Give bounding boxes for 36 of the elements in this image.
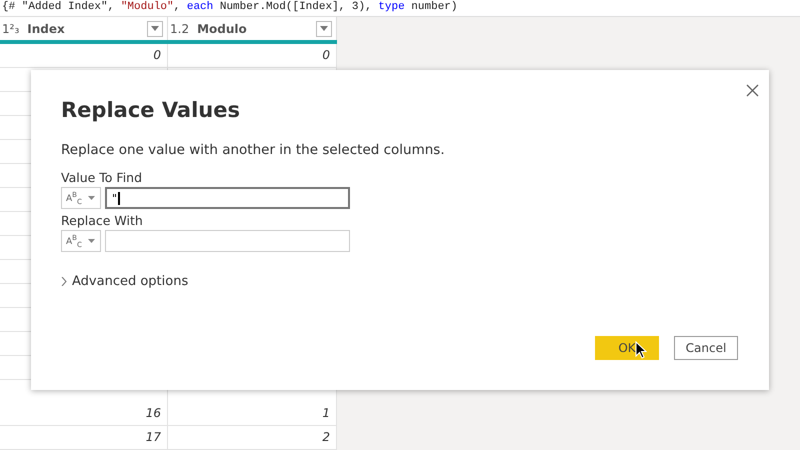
filter-dropdown-icon[interactable] [316, 20, 332, 36]
dialog-description: Replace one value with another in the selected columns. [61, 142, 446, 158]
chevron-icon [61, 277, 67, 286]
table-cell: 0 [168, 44, 337, 67]
type-icon[interactable]: 1²₃ [2, 22, 20, 36]
formula-token: type [378, 1, 405, 13]
cancel-button[interactable]: Cancel [674, 336, 738, 360]
advanced-options-toggle[interactable]: Advanced options [61, 274, 188, 289]
formula-token: , [174, 1, 182, 13]
input-field[interactable] [105, 230, 350, 252]
table-cell: 16 [0, 402, 168, 425]
field-label: Value To Find [61, 170, 144, 185]
column-name: Modulo [197, 22, 248, 36]
formula-token: {# "Added Index", [2, 1, 116, 13]
ok-button[interactable]: OK [595, 336, 659, 360]
column-header[interactable]: 1²₃ Index [0, 17, 168, 40]
mouse-cursor-icon [635, 341, 647, 359]
column-name: Index [27, 22, 66, 36]
table-cell: 0 [0, 44, 168, 67]
formula-token: each [186, 1, 214, 13]
caret-icon [88, 196, 95, 200]
dialog-title: Replace Values [61, 98, 241, 122]
column-header[interactable]: 1.2 Modulo [168, 17, 337, 40]
close-icon[interactable] [746, 84, 759, 97]
table-cell: 1 [168, 402, 337, 425]
formula-bar[interactable]: {# "Added Index", "Modulo", each Number.Mod([Index], 3), type number) [0, 0, 800, 17]
table-cell: 2 [168, 426, 337, 449]
formula-token: number) [410, 1, 458, 13]
field-label: Replace With [61, 213, 144, 228]
type-icon[interactable]: 1.2 [170, 22, 190, 36]
filter-dropdown-icon[interactable] [147, 20, 163, 36]
caret-icon [88, 239, 95, 243]
formula-token: "Modulo" [120, 1, 174, 13]
input-field[interactable]: " [105, 187, 350, 209]
formula-token: Number.Mod([Index], 3), [218, 1, 373, 13]
table-cell: 17 [0, 426, 168, 449]
